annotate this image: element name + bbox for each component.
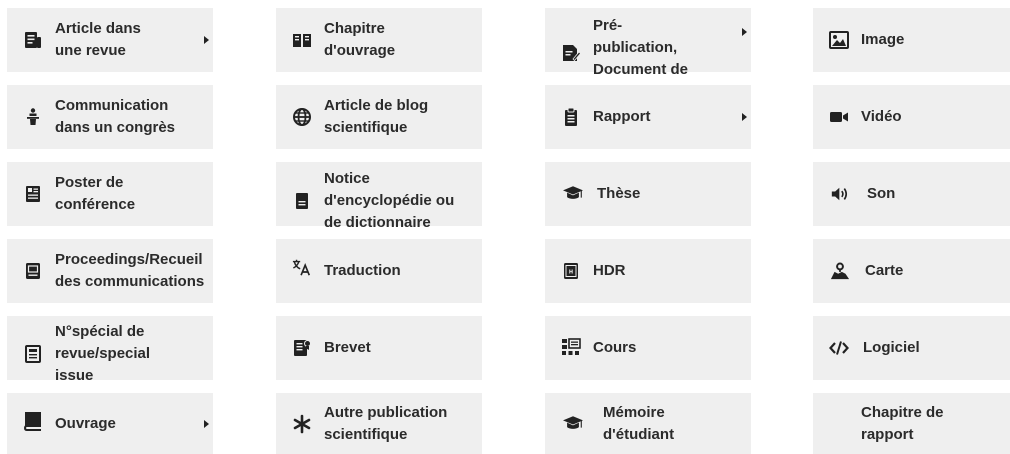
doc-type-label: Communication dans un congrès [55,97,176,136]
doc-type-rapport[interactable]: Rapport [545,85,751,149]
document-icon [292,191,312,211]
doc-type-label: Traduction [324,262,401,279]
submenu-arrow-icon [201,393,213,454]
doc-type-label: Chapitre de rapport [861,403,944,443]
doc-type-label: Carte [865,262,904,279]
doc-type-these[interactable]: Thèse [545,162,751,226]
doc-type-logiciel[interactable]: Logiciel [813,316,1010,380]
doc-type-chapitre-rapport[interactable]: Chapitre de rapport [813,393,1010,454]
doc-type-label: Mémoire d'étudiant [603,403,675,443]
doc-type-label: Cours [593,339,637,356]
doc-type-label: Poster de conférence [55,174,136,213]
patent-icon [292,338,312,358]
doc-type-traduction[interactable]: Traduction [276,239,482,303]
doc-type-label: Rapport [593,108,651,125]
doc-type-label: Pré-publication, Document de [593,17,689,78]
doc-type-video[interactable]: Vidéo [813,85,1010,149]
asterisk-icon [292,414,312,434]
doc-type-label: Son [867,185,896,202]
speaker-icon [829,184,853,204]
doc-type-label: Thèse [597,185,641,202]
doc-type-son[interactable]: Son [813,162,1010,226]
doc-type-cours[interactable]: Cours [545,316,751,380]
doc-type-chapitre-ouvrage[interactable]: Chapitre d'ouvrage [276,8,482,72]
globe-icon [292,107,312,127]
doc-type-label: HDR [593,262,626,279]
course-icon [561,338,581,358]
doc-type-autre-publication[interactable]: Autre publication scientifique [276,393,482,454]
translate-icon [292,257,312,277]
doc-type-numero-special[interactable]: N°spécial de revue/special issue [7,316,213,384]
svg-text:H: H [569,270,573,276]
doc-type-label: Chapitre d'ouvrage [324,20,396,59]
doc-type-hdr[interactable]: H HDR [545,239,751,303]
doc-type-label: Autre publication scientifique [324,403,448,443]
doc-type-brevet[interactable]: Brevet [276,316,482,380]
doc-type-label: Logiciel [863,339,920,356]
document-type-grid: Article dans une revue Chapitre d'ouvrag… [0,0,1010,454]
doc-type-ouvrage[interactable]: Ouvrage [7,393,213,454]
doc-type-article-dans-une-revue[interactable]: Article dans une revue [7,8,213,72]
submenu-arrow-icon [739,85,751,149]
map-pin-icon [829,261,851,281]
hdr-icon: H [561,261,581,281]
doc-type-communication-congres[interactable]: Communication dans un congrès [7,85,213,149]
doc-type-label: Vidéo [861,108,902,125]
lectern-icon [23,107,43,127]
image-icon [829,30,849,50]
doc-type-label: Proceedings/Recueil des communications [55,251,205,290]
doc-type-poster-conference[interactable]: Poster de conférence [7,162,213,226]
open-book-icon [292,30,312,50]
video-camera-icon [829,107,849,127]
clipboard-icon [561,107,581,127]
preprint-icon [561,43,581,63]
poster-icon [23,184,43,204]
doc-type-label: Article de blog scientifique [324,97,429,136]
doc-type-label: Article dans une revue [55,20,141,59]
submenu-arrow-icon [739,8,751,72]
doc-type-pre-publication[interactable]: Pré-publication, Document de [545,8,751,78]
doc-type-carte[interactable]: Carte [813,239,1010,303]
doc-type-image[interactable]: Image [813,8,1010,72]
doc-type-label: Ouvrage [55,414,116,432]
article-icon [23,30,43,50]
doc-type-article-blog[interactable]: Article de blog scientifique [276,85,482,149]
graduation-cap-icon [563,414,583,434]
doc-type-notice-encyclopedie[interactable]: Notice d'encyclopédie ou de dictionnaire [276,162,482,231]
doc-type-label: Notice d'encyclopédie ou de dictionnaire [324,170,455,231]
doc-type-label: N°spécial de revue/special issue [55,323,151,384]
doc-type-proceedings[interactable]: Proceedings/Recueil des communications [7,239,213,303]
doc-type-label: Image [861,31,905,48]
graduation-cap-icon [563,184,583,204]
doc-type-label: Brevet [324,339,371,356]
book-icon [23,411,43,431]
code-icon [829,338,849,358]
special-issue-icon [23,344,43,364]
proceedings-icon [23,261,43,281]
submenu-arrow-icon [201,8,213,72]
doc-type-memoire-etudiant[interactable]: Mémoire d'étudiant [545,393,751,454]
